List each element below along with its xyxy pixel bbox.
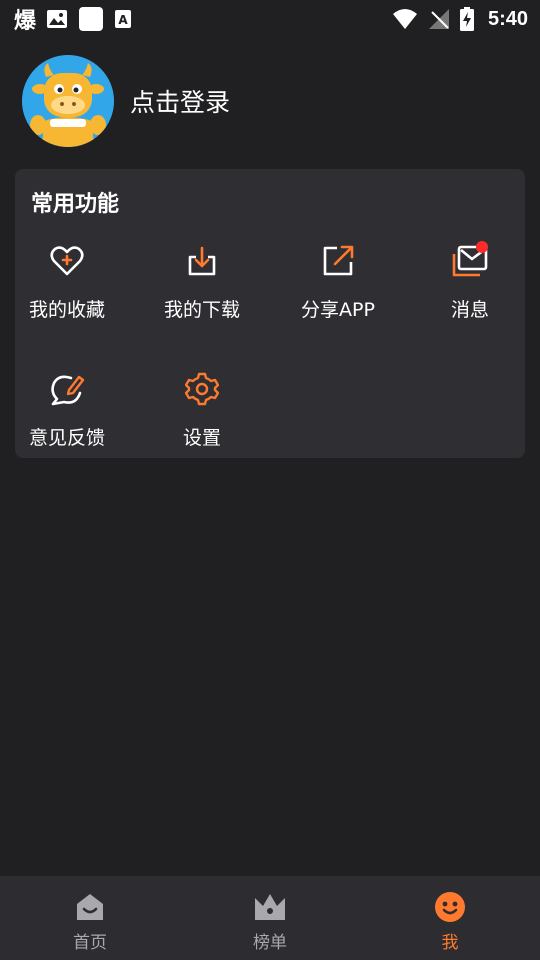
status-left: 爆 A xyxy=(14,3,132,35)
favorites-button[interactable]: 我的收藏 xyxy=(7,241,127,341)
svg-text:A: A xyxy=(118,13,128,27)
login-link[interactable]: 点击登录 xyxy=(130,83,230,119)
avatar[interactable] xyxy=(22,55,114,147)
font-notification-icon: A xyxy=(114,9,132,29)
no-signal-icon xyxy=(428,8,450,30)
feedback-label: 意见反馈 xyxy=(28,427,105,449)
settings-label: 设置 xyxy=(182,427,221,449)
unread-badge xyxy=(476,241,488,253)
status-time: 5:40 xyxy=(487,7,528,30)
common-functions-card: 常用功能 我的收藏 我的下载 分享APP 消息 意见反馈 设置 xyxy=(15,169,525,458)
battery-charging-icon xyxy=(459,7,474,31)
nav-me[interactable]: 我 xyxy=(360,876,540,960)
app-screen: 爆 A 5:40 点击登录 常用功能 我的收藏 我的下载 分享APP 消息 意见… xyxy=(0,0,540,960)
favorites-label: 我的收藏 xyxy=(28,299,105,321)
nav-rankings-label: 榜单 xyxy=(253,933,287,953)
profile-header[interactable]: 点击登录 xyxy=(22,55,230,147)
downloads-button[interactable]: 我的下载 xyxy=(142,241,262,341)
feedback-icon xyxy=(47,369,87,409)
nav-home[interactable]: 首页 xyxy=(0,876,180,960)
heart-plus-icon xyxy=(47,241,87,281)
feedback-button[interactable]: 意见反馈 xyxy=(7,369,127,469)
messages-button[interactable]: 消息 xyxy=(410,241,530,341)
home-icon xyxy=(73,890,107,924)
status-app-label: 爆 xyxy=(14,9,37,34)
download-icon xyxy=(182,241,222,281)
share-app-button[interactable]: 分享APP xyxy=(278,241,398,341)
wifi-icon xyxy=(392,8,418,30)
gear-icon xyxy=(182,369,222,409)
crown-icon xyxy=(253,890,287,924)
bull-mascot-icon xyxy=(22,55,114,147)
nav-me-label: 我 xyxy=(441,933,459,953)
settings-button[interactable]: 设置 xyxy=(142,369,262,469)
nav-rankings[interactable]: 榜单 xyxy=(180,876,360,960)
status-right: 5:40 xyxy=(392,7,528,31)
share-app-label: 分享APP xyxy=(301,299,375,321)
downloads-label: 我的下载 xyxy=(163,299,240,321)
messages-label: 消息 xyxy=(450,299,489,321)
bottom-nav: 首页 榜单 我 xyxy=(0,876,540,960)
share-icon xyxy=(318,241,358,281)
square-notification-icon xyxy=(78,6,104,32)
smile-face-icon xyxy=(433,890,467,924)
message-icon xyxy=(450,241,490,281)
card-title: 常用功能 xyxy=(31,192,120,217)
image-notification-icon xyxy=(46,9,68,29)
nav-home-label: 首页 xyxy=(73,933,107,953)
status-bar: 爆 A 5:40 xyxy=(0,0,540,38)
